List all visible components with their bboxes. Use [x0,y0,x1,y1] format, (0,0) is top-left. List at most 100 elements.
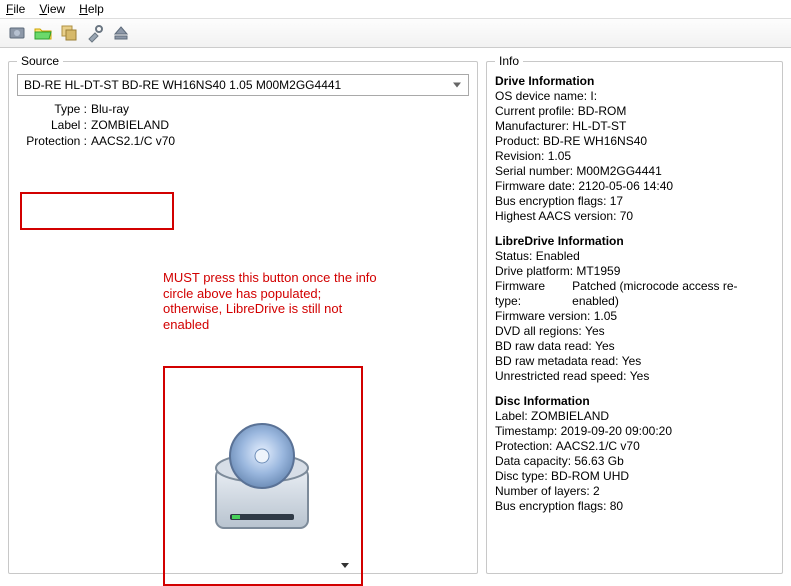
info-row: ProductBD-RE WH16NS40 [495,134,770,149]
libre-info-title: LibreDrive Information [495,234,770,249]
info-row: Number of layers2 [495,484,770,499]
info-key: Manufacturer [495,119,572,134]
info-value: ZOMBIELAND [531,409,609,424]
info-row: DVD all regionsYes [495,324,770,339]
info-key: Product [495,134,543,149]
eject-icon[interactable] [110,22,132,44]
info-value: AACS2.1/C v70 [556,439,640,454]
backup-batch-icon[interactable] [58,22,80,44]
info-value: 80 [610,499,623,514]
menubar: File View Help [0,0,791,19]
info-value: 70 [620,209,633,224]
toolbar [0,19,791,48]
info-row: Firmware date2120-05-06 14:40 [495,179,770,194]
source-details: Type : Blu-ray Label : ZOMBIELAND Protec… [17,102,469,148]
info-value: I: [590,89,597,104]
info-row: OS device nameI: [495,89,770,104]
source-legend: Source [17,54,63,68]
settings-wrench-icon[interactable] [84,22,106,44]
menu-file[interactable]: File [6,2,25,16]
info-key: Protection [495,439,556,454]
info-key: Status [495,249,536,264]
info-value: Yes [622,354,642,369]
info-key: Bus encryption flags [495,499,610,514]
info-value: 2 [593,484,600,499]
label-label: Label : [17,118,87,132]
content-area: Source BD-RE HL-DT-ST BD-RE WH16NS40 1.0… [0,48,791,569]
open-source-icon[interactable] [6,22,28,44]
annotation-text: MUST press this button once the info cir… [163,270,383,332]
label-value: ZOMBIELAND [91,118,469,132]
info-row: Serial numberM00M2GG4441 [495,164,770,179]
info-value: Yes [585,324,605,339]
disc-info-rows: LabelZOMBIELANDTimestamp2019-09-20 09:00… [495,409,770,514]
info-row: Highest AACS version70 [495,209,770,224]
info-value: 1.05 [548,149,571,164]
libre-info-rows: StatusEnabledDrive platformMT1959Firmwar… [495,249,770,384]
info-body: Drive Information OS device nameI:Curren… [495,74,774,514]
protection-label: Protection : [17,134,87,148]
drive-info-rows: OS device nameI:Current profileBD-ROMMan… [495,89,770,224]
info-key: Label [495,409,531,424]
info-key: Highest AACS version [495,209,620,224]
annotation-highlight-box-1 [20,192,174,230]
info-key: Number of layers [495,484,593,499]
info-value: Patched (microcode access re-enabled) [572,279,770,309]
type-label: Type : [17,102,87,116]
info-row: Data capacity56.63 Gb [495,454,770,469]
info-value: 1.05 [594,309,617,324]
info-key: Revision [495,149,548,164]
info-row: Unrestricted read speedYes [495,369,770,384]
info-key: DVD all regions [495,324,585,339]
info-row: Timestamp2019-09-20 09:00:20 [495,424,770,439]
info-row: Bus encryption flags80 [495,499,770,514]
info-key: Timestamp [495,424,561,439]
info-key: Firmware type [495,279,572,309]
info-row: Firmware typePatched (microcode access r… [495,279,770,309]
info-value: 56.63 Gb [574,454,623,469]
info-row: StatusEnabled [495,249,770,264]
info-key: Data capacity [495,454,574,469]
info-value: M00M2GG4441 [576,164,661,179]
drive-info-title: Drive Information [495,74,770,89]
open-disc-button[interactable] [169,374,355,576]
drive-select-wrap: BD-RE HL-DT-ST BD-RE WH16NS40 1.05 M00M2… [17,74,469,96]
info-value: Yes [630,369,650,384]
info-row: ManufacturerHL-DT-ST [495,119,770,134]
info-key: Current profile [495,104,578,119]
info-value: BD-RE WH16NS40 [543,134,647,149]
info-value: BD-ROM [578,104,627,119]
info-key: Firmware version [495,309,594,324]
protection-value: AACS2.1/C v70 [91,134,469,148]
type-value: Blu-ray [91,102,469,116]
source-panel: Source BD-RE HL-DT-ST BD-RE WH16NS40 1.0… [8,54,478,574]
info-value: BD-ROM UHD [551,469,629,484]
info-row: LabelZOMBIELAND [495,409,770,424]
chevron-down-icon[interactable] [341,563,349,568]
menu-help[interactable]: Help [79,2,104,16]
info-row: ProtectionAACS2.1/C v70 [495,439,770,454]
info-key: Firmware date [495,179,578,194]
drive-select[interactable]: BD-RE HL-DT-ST BD-RE WH16NS40 1.05 M00M2… [17,74,469,96]
info-key: BD raw metadata read [495,354,622,369]
info-key: Disc type [495,469,551,484]
info-key: OS device name [495,89,590,104]
menu-view[interactable]: View [39,2,65,16]
info-row: Bus encryption flags17 [495,194,770,209]
info-key: Bus encryption flags [495,194,610,209]
info-row: Current profileBD-ROM [495,104,770,119]
info-value: Yes [595,339,615,354]
info-row: Firmware version1.05 [495,309,770,324]
info-value: 2019-09-20 09:00:20 [561,424,672,439]
info-value: Enabled [536,249,580,264]
info-value: 2120-05-06 14:40 [578,179,673,194]
info-row: Disc typeBD-ROM UHD [495,469,770,484]
info-value: MT1959 [576,264,620,279]
info-row: BD raw data readYes [495,339,770,354]
info-value: 17 [610,194,623,209]
disc-drive-icon [202,410,322,540]
info-key: Serial number [495,164,576,179]
folder-open-icon[interactable] [32,22,54,44]
info-row: Drive platformMT1959 [495,264,770,279]
info-row: BD raw metadata readYes [495,354,770,369]
